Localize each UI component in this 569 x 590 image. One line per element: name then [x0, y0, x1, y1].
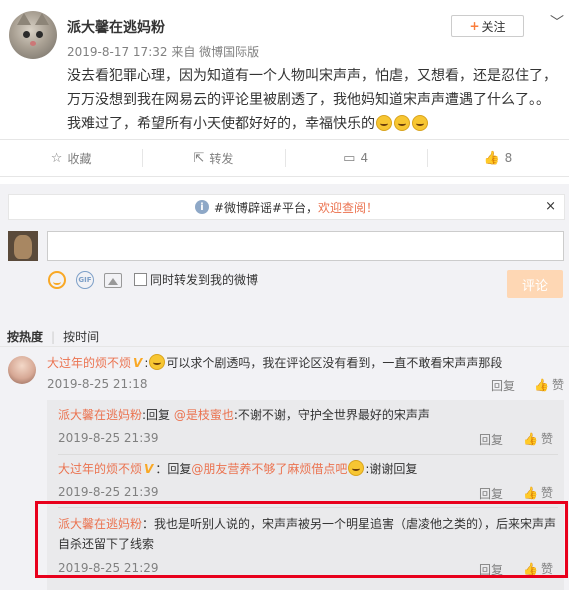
- reply-author[interactable]: 大过年的烦不烦: [58, 462, 142, 476]
- divider: [0, 176, 569, 177]
- like-link[interactable]: 👍 赞: [523, 484, 553, 501]
- repost-checkbox[interactable]: [134, 273, 147, 286]
- plus-icon: +: [469, 19, 480, 33]
- submit-comment-button[interactable]: 评论: [507, 270, 563, 298]
- comment-button[interactable]: ▭ 4: [284, 140, 427, 176]
- laughing-emoji-icon: [149, 354, 166, 370]
- thumbs-up-icon: 👍: [523, 432, 538, 446]
- divider: [0, 346, 569, 347]
- image-icon[interactable]: [104, 273, 122, 288]
- collect-label: 收藏: [67, 151, 92, 166]
- sort-tabs: 按热度 | 按时间: [7, 330, 100, 344]
- reply-link[interactable]: 回复: [491, 377, 515, 394]
- commenter-name[interactable]: 大过年的烦不烦: [47, 356, 131, 370]
- tab-sort-hot[interactable]: 按热度: [7, 330, 43, 344]
- repost-icon: ⇱: [193, 150, 205, 166]
- chevron-down-icon[interactable]: ﹀: [550, 12, 564, 32]
- reply-body: 派大馨在逃妈粉:回复 @是枝蜜也:不谢不谢，守护全世界最好的宋声声: [58, 406, 558, 424]
- reply-prefix: ：回复: [155, 462, 192, 476]
- repost-checkbox-label: 同时转发到我的微博: [150, 273, 259, 287]
- star-icon: ☆: [50, 150, 63, 166]
- repost-button[interactable]: ⇱ 转发: [142, 140, 284, 176]
- reply-text: :谢谢回复: [365, 462, 418, 476]
- author-name[interactable]: 派大馨在逃妈粉: [67, 17, 165, 37]
- crying-emoji-icon: [376, 115, 392, 131]
- action-bar: ☆ 收藏 ⇱ 转发 ▭ 4 👍 8: [0, 140, 569, 176]
- mention-link[interactable]: @是枝蜜也: [174, 408, 234, 422]
- notice-link[interactable]: 欢迎查阅！: [318, 199, 378, 216]
- comment-count: 4: [360, 151, 369, 165]
- follow-button[interactable]: + 关注: [451, 15, 524, 37]
- current-user-avatar: [8, 231, 38, 261]
- like-count: 8: [504, 151, 513, 165]
- comment-text: 可以求个剧透吗，我在评论区没有看到，一直不敢看宋声声那段: [166, 356, 503, 370]
- comment-body: 大过年的烦不烦 V: 可以求个剧透吗，我在评论区没有看到，一直不敢看宋声声那段: [47, 354, 503, 370]
- reply-prefix: :回复: [142, 408, 174, 422]
- post-meta: 2019-8-17 17:32 来自 微博国际版: [67, 45, 260, 59]
- notice-text[interactable]: #微博辟谣#平台，: [214, 199, 318, 216]
- reply-date: 2019-8-25 21:39: [58, 485, 159, 499]
- commenter-avatar[interactable]: [8, 356, 36, 384]
- vip-icon: V: [133, 356, 143, 370]
- author-avatar[interactable]: [9, 11, 57, 59]
- close-icon[interactable]: ×: [545, 199, 556, 214]
- reply-author[interactable]: 派大馨在逃妈粉: [58, 408, 142, 422]
- emoji-icon[interactable]: [48, 271, 66, 289]
- comment-date: 2019-8-25 21:18: [47, 377, 148, 391]
- info-icon: i: [194, 200, 209, 214]
- comment-icon: ▭: [343, 150, 356, 166]
- mention-link[interactable]: @朋友营养不够了麻烦借点吧: [191, 462, 347, 476]
- reply-body: 大过年的烦不烦 V ：回复@朋友营养不够了麻烦借点吧 :谢谢回复: [58, 460, 558, 478]
- divider: [58, 454, 558, 455]
- crying-emoji-icon: [394, 115, 410, 131]
- like-link[interactable]: 👍 赞: [534, 376, 564, 393]
- reply-text: :不谢不谢，守护全世界最好的宋声声: [233, 408, 430, 422]
- thumbs-up-icon: 👍: [534, 378, 549, 392]
- reply-link[interactable]: 回复: [479, 431, 503, 448]
- like-label: 赞: [551, 378, 564, 392]
- highlight-box: [35, 501, 568, 578]
- crying-emoji-icon: [348, 460, 365, 476]
- like-label: 赞: [540, 432, 553, 446]
- thumbs-up-icon: 👍: [483, 150, 500, 166]
- post-body: 没去看犯罪心理，因为知道有一个人物叫宋声声，怕虐，又想看，还是忍住了，万万没想到…: [67, 64, 562, 136]
- collect-button[interactable]: ☆ 收藏: [0, 140, 142, 176]
- repost-label: 转发: [209, 151, 234, 166]
- like-label: 赞: [540, 486, 553, 500]
- follow-label: 关注: [481, 19, 506, 34]
- vip-icon: V: [144, 462, 154, 476]
- crying-emoji-icon: [412, 115, 428, 131]
- reply-link[interactable]: 回复: [479, 485, 503, 502]
- like-button[interactable]: 👍 8: [426, 140, 569, 176]
- reply-date: 2019-8-25 21:39: [58, 431, 159, 445]
- comment-input[interactable]: [47, 231, 564, 261]
- thumbs-up-icon: 👍: [523, 486, 538, 500]
- gif-icon[interactable]: GIF: [76, 271, 94, 289]
- post-text: 没去看犯罪心理，因为知道有一个人物叫宋声声，怕虐，又想看，还是忍住了，万万没想到…: [67, 68, 557, 132]
- rumor-notice: i #微博辟谣#平台， 欢迎查阅！ ×: [8, 194, 565, 220]
- like-link[interactable]: 👍 赞: [523, 430, 553, 447]
- tab-sort-time[interactable]: 按时间: [63, 330, 99, 344]
